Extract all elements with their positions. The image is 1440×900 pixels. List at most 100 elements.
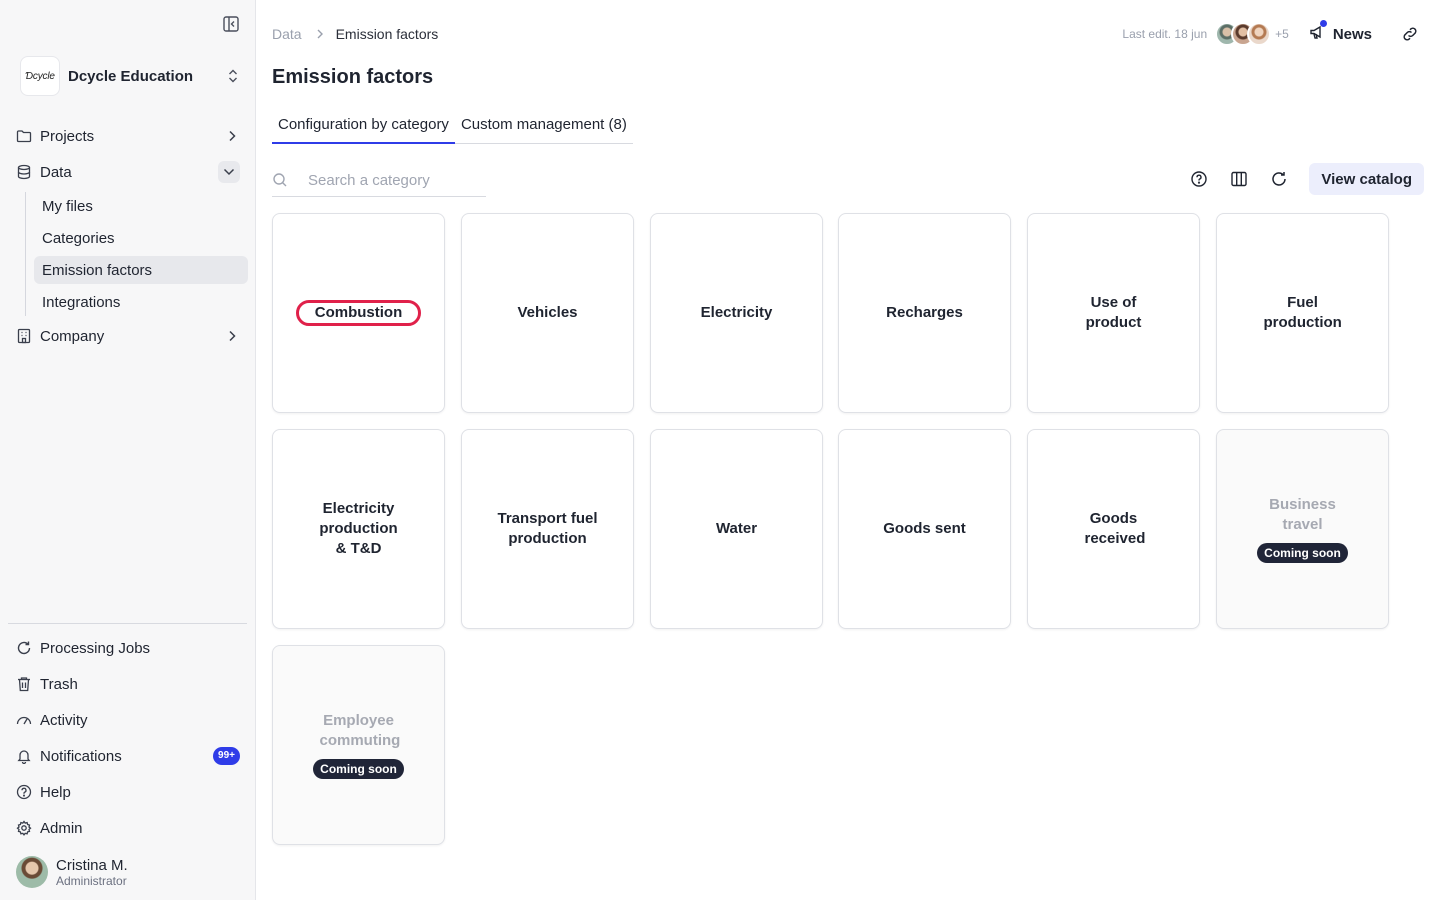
refresh-icon[interactable]: [1269, 169, 1289, 189]
category-label: Goods received: [1084, 510, 1146, 547]
news-button[interactable]: News: [1309, 20, 1372, 44]
megaphone-icon: [1309, 24, 1325, 44]
nav-label-activity: Activity: [40, 711, 88, 729]
category-card-combustion[interactable]: Combustion: [272, 213, 445, 413]
database-icon: [16, 164, 32, 180]
tab-configuration-by-category[interactable]: Configuration by category: [272, 110, 455, 144]
editor-avatars[interactable]: [1215, 22, 1272, 46]
search-bar: [272, 164, 486, 197]
tabs: Configuration by category Custom managem…: [272, 110, 633, 144]
category-card-goods-sent[interactable]: Goods sent: [838, 429, 1011, 629]
nav-item-notifications[interactable]: Notifications 99+: [8, 740, 248, 772]
nav-item-admin[interactable]: Admin: [8, 812, 248, 844]
sidebar: Ɗcycle Dcycle Education Projects Data My…: [0, 0, 256, 900]
nav-label-company: Company: [40, 327, 105, 345]
chevron-right-icon: [224, 328, 240, 344]
category-card-business-travel: Business travel Coming soon: [1216, 429, 1389, 629]
chevron-right-icon: [224, 128, 240, 144]
search-input[interactable]: [308, 171, 478, 189]
category-label: Vehicles: [517, 304, 578, 321]
nav-label-projects: Projects: [40, 127, 95, 145]
category-label: Water: [715, 520, 758, 537]
category-card-fuel-production[interactable]: Fuel production: [1216, 213, 1389, 413]
last-edit-text: Last edit. 18 jun: [1122, 27, 1208, 41]
sidebar-item-emission-factors[interactable]: Emission factors: [34, 256, 248, 284]
chevron-up-down-icon: [226, 68, 240, 84]
category-label: Business travel: [1269, 496, 1336, 533]
category-card-recharges[interactable]: Recharges: [838, 213, 1011, 413]
nav-label-admin: Admin: [40, 819, 83, 837]
category-card-vehicles[interactable]: Vehicles: [461, 213, 634, 413]
nav-item-activity[interactable]: Activity: [8, 704, 248, 736]
nav-label-help: Help: [40, 783, 71, 801]
chevron-right-icon: [316, 28, 324, 40]
collapse-sidebar-icon[interactable]: [222, 15, 240, 33]
view-catalog-button[interactable]: View catalog: [1309, 163, 1424, 195]
gear-icon: [16, 820, 32, 836]
avatar: [16, 856, 48, 888]
bell-icon: [16, 748, 32, 764]
main-nav: Projects Data My files Categories Emissi…: [8, 120, 248, 356]
category-label: Fuel production: [1263, 294, 1342, 331]
sidebar-divider: [8, 623, 247, 624]
category-card-electricity[interactable]: Electricity: [650, 213, 823, 413]
nav-item-trash[interactable]: Trash: [8, 668, 248, 700]
org-switcher[interactable]: Ɗcycle Dcycle Education: [20, 56, 240, 96]
breadcrumb: Data Emission factors: [272, 24, 438, 44]
nav-label-data: Data: [40, 163, 72, 181]
category-label: Combustion: [295, 300, 422, 326]
toolbar: View catalog: [1189, 163, 1424, 195]
category-label: Employee commuting: [319, 712, 401, 749]
sidebar-item-categories[interactable]: Categories: [34, 224, 248, 252]
user-profile[interactable]: Cristina M. Administrator: [16, 856, 128, 888]
nav-item-projects[interactable]: Projects: [8, 120, 248, 152]
category-label: Transport fuel production: [497, 510, 598, 547]
org-name: Dcycle Education: [68, 67, 194, 85]
search-icon: [272, 172, 288, 188]
news-label: News: [1332, 25, 1372, 43]
sidebar-item-integrations[interactable]: Integrations: [34, 288, 248, 316]
category-card-goods-received[interactable]: Goods received: [1027, 429, 1200, 629]
coming-soon-badge: Coming soon: [313, 759, 404, 779]
header-actions: Last edit. 18 jun +5 News: [1122, 20, 1420, 48]
bottom-nav: Processing Jobs Trash Activity Notificat…: [8, 632, 248, 848]
nav-item-company[interactable]: Company: [8, 320, 248, 352]
folder-icon: [16, 128, 32, 144]
category-card-electricity-production[interactable]: Electricity production & T&D: [272, 429, 445, 629]
more-editors-count: +5: [1275, 27, 1289, 41]
coming-soon-badge: Coming soon: [1257, 543, 1348, 563]
nav-item-processing-jobs[interactable]: Processing Jobs: [8, 632, 248, 664]
category-card-use-of-product[interactable]: Use of product: [1027, 213, 1200, 413]
tab-custom-management[interactable]: Custom management (8): [455, 110, 633, 144]
refresh-icon: [16, 640, 32, 656]
breadcrumb-root[interactable]: Data: [272, 26, 302, 42]
category-label: Electricity production & T&D: [319, 500, 398, 557]
category-card-water[interactable]: Water: [650, 429, 823, 629]
category-card-employee-commuting: Employee commuting Coming soon: [272, 645, 445, 845]
avatar: [1247, 22, 1272, 46]
user-name: Cristina M.: [56, 856, 128, 874]
org-logo: Ɗcycle: [20, 56, 60, 96]
nav-label-trash: Trash: [40, 675, 78, 693]
columns-icon[interactable]: [1229, 169, 1249, 189]
data-subnav: My files Categories Emission factors Int…: [25, 192, 248, 316]
nav-item-data[interactable]: Data: [8, 156, 248, 188]
chevron-down-icon[interactable]: [218, 161, 240, 183]
page-title: Emission factors: [272, 66, 434, 88]
nav-item-help[interactable]: Help: [8, 776, 248, 808]
user-role: Administrator: [56, 873, 127, 888]
notifications-badge: 99+: [213, 747, 240, 765]
breadcrumb-current: Emission factors: [335, 26, 439, 42]
category-label: Electricity: [700, 304, 773, 321]
building-icon: [16, 328, 32, 344]
category-card-transport-fuel-production[interactable]: Transport fuel production: [461, 429, 634, 629]
news-unread-dot: [1319, 20, 1327, 27]
trash-icon: [16, 676, 32, 692]
category-label: Goods sent: [883, 520, 966, 537]
gauge-icon: [16, 712, 32, 728]
category-label: Use of product: [1085, 294, 1142, 331]
sidebar-item-my-files[interactable]: My files: [34, 192, 248, 220]
nav-label-notifications: Notifications: [40, 747, 122, 765]
help-icon[interactable]: [1189, 169, 1209, 189]
link-icon[interactable]: [1400, 24, 1420, 44]
